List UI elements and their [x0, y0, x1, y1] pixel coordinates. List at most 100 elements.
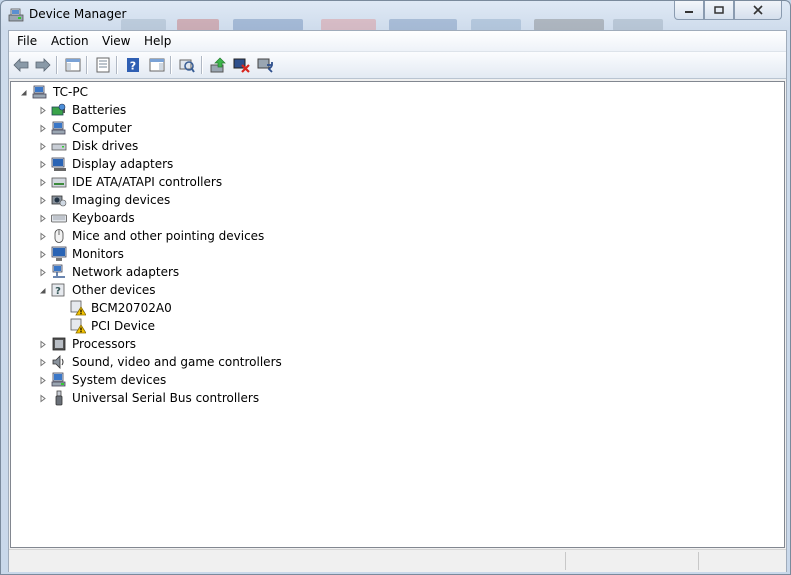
disk-drive-icon: [51, 138, 67, 154]
imaging-device-icon: [51, 192, 67, 208]
update-driver-icon: [210, 57, 226, 73]
other-devices-icon: ?: [51, 282, 67, 298]
update-driver-button[interactable]: [208, 56, 228, 74]
show-hide-action-pane-button[interactable]: [147, 56, 167, 74]
expand-arrow-icon[interactable]: [38, 394, 47, 403]
enable-device-button[interactable]: [256, 56, 276, 74]
svg-text:?: ?: [55, 286, 61, 297]
tree-device-node[interactable]: PCI Device: [57, 317, 155, 335]
tree-category-node[interactable]: Imaging devices: [38, 191, 170, 209]
computer-icon: [32, 84, 48, 100]
properties-button[interactable]: [93, 56, 113, 74]
restore-icon: [714, 6, 724, 14]
tree-category-node[interactable]: ? Other devices: [38, 281, 156, 299]
keyboard-icon: [51, 210, 67, 226]
monitor-icon: [51, 246, 67, 262]
system-device-icon: [51, 372, 67, 388]
menu-view[interactable]: View: [100, 34, 132, 48]
tree-device-node[interactable]: BCM20702A0: [57, 299, 172, 317]
tree-category-node[interactable]: Sound, video and game controllers: [38, 353, 282, 371]
expand-arrow-icon[interactable]: [38, 340, 47, 349]
device-manager-icon: [8, 7, 24, 23]
tree-node-label: Keyboards: [72, 211, 135, 225]
device-tree[interactable]: TC-PC Batteries Computer Disk drives Display…: [10, 81, 785, 548]
sound-icon: [51, 354, 67, 370]
tree-category-node[interactable]: Network adapters: [38, 263, 179, 281]
uninstall-device-button[interactable]: [232, 56, 252, 74]
expand-arrow-icon[interactable]: [38, 232, 47, 241]
menu-help[interactable]: Help: [142, 34, 173, 48]
help-icon: ?: [127, 58, 139, 73]
tree-node-label: IDE ATA/ATAPI controllers: [72, 175, 223, 189]
back-arrow-icon: [13, 58, 29, 72]
tree-node-label: System devices: [72, 373, 167, 387]
show-hide-console-tree-button[interactable]: [63, 56, 83, 74]
help-button[interactable]: ?: [123, 56, 143, 74]
status-pane: [565, 552, 566, 570]
usb-icon: [51, 390, 67, 406]
menu-action[interactable]: Action: [49, 34, 91, 48]
network-adapter-icon: [51, 264, 67, 280]
expand-arrow-icon[interactable]: [38, 214, 47, 223]
tree-node-label: BCM20702A0: [91, 301, 172, 315]
close-button[interactable]: [734, 1, 782, 20]
title-bar[interactable]: Device Manager: [1, 1, 790, 31]
tree-category-node[interactable]: IDE ATA/ATAPI controllers: [38, 173, 222, 191]
show-hide-console-tree-icon: [65, 58, 81, 72]
expand-arrow-icon[interactable]: [38, 250, 47, 259]
expand-arrow-icon[interactable]: [38, 106, 47, 115]
expand-arrow-icon[interactable]: [38, 178, 47, 187]
expand-arrow-icon[interactable]: [38, 160, 47, 169]
expand-arrow-icon[interactable]: [38, 196, 47, 205]
menu-bar: File Action View Help: [9, 31, 786, 52]
expand-arrow-icon[interactable]: [38, 358, 47, 367]
tree-node-label: Mice and other pointing devices: [72, 229, 265, 243]
forward-button[interactable]: [33, 56, 53, 74]
tree-category-node[interactable]: Universal Serial Bus controllers: [38, 389, 259, 407]
restore-button[interactable]: [704, 1, 734, 20]
tree-node-label: Universal Serial Bus controllers: [72, 391, 260, 405]
enable-device-icon: [257, 58, 273, 73]
expand-arrow-icon[interactable]: [38, 376, 47, 385]
unknown-device-warning-icon: [70, 300, 87, 316]
tree-category-node[interactable]: Disk drives: [38, 137, 138, 155]
display-adapter-icon: [51, 156, 67, 172]
back-button[interactable]: [11, 56, 31, 74]
tree-node-label: Display adapters: [72, 157, 174, 171]
client-area: File Action View Help ? TC-PC Batteries …: [8, 30, 787, 572]
tree-category-node[interactable]: Processors: [38, 335, 136, 353]
collapse-arrow-icon[interactable]: [38, 286, 47, 295]
forward-arrow-icon: [35, 58, 51, 72]
minimize-button[interactable]: [674, 1, 704, 20]
tree-category-node[interactable]: System devices: [38, 371, 166, 389]
tree-node-label: Monitors: [72, 247, 124, 261]
menu-file[interactable]: File: [15, 34, 39, 48]
tree-category-node[interactable]: Computer: [38, 119, 132, 137]
tree-node-label: Computer: [72, 121, 132, 135]
tree-category-node[interactable]: Batteries: [38, 101, 126, 119]
scan-hardware-changes-icon: [179, 59, 195, 73]
show-hide-action-pane-icon: [149, 58, 165, 72]
svg-text:?: ?: [130, 60, 136, 73]
tree-category-node[interactable]: Mice and other pointing devices: [38, 227, 264, 245]
tree-category-node[interactable]: Monitors: [38, 245, 124, 263]
status-bar: [9, 549, 786, 572]
tree-category-node[interactable]: Keyboards: [38, 209, 135, 227]
computer-icon: [51, 120, 67, 136]
status-pane: [698, 552, 699, 570]
device-manager-window: Device Manager File Action View Help ? T…: [0, 0, 791, 575]
expand-arrow-icon[interactable]: [38, 124, 47, 133]
mouse-icon: [51, 228, 67, 244]
unknown-device-warning-icon: [70, 318, 87, 334]
expand-arrow-icon[interactable]: [38, 142, 47, 151]
tree-category-node[interactable]: Display adapters: [38, 155, 173, 173]
tree-root-node[interactable]: TC-PC: [19, 83, 88, 101]
scan-hardware-changes-button[interactable]: [177, 56, 197, 74]
collapse-arrow-icon[interactable]: [19, 88, 28, 97]
tree-node-label: Imaging devices: [72, 193, 171, 207]
expand-arrow-icon[interactable]: [38, 268, 47, 277]
tree-node-label: TC-PC: [53, 85, 88, 99]
tree-node-label: PCI Device: [91, 319, 156, 333]
